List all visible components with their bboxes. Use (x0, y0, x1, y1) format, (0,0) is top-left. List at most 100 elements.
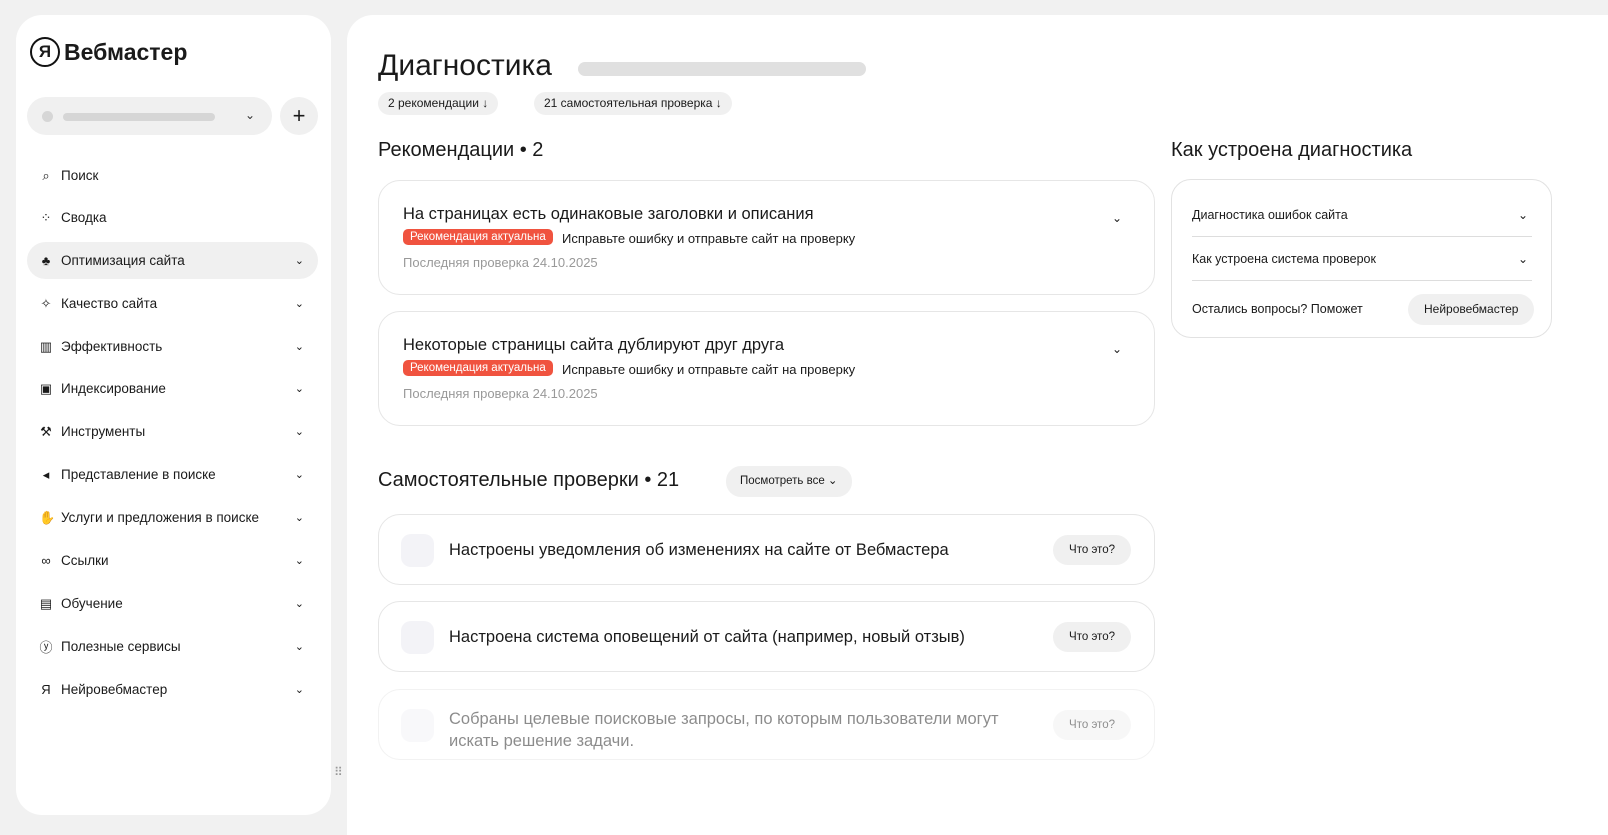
last-check-date: Последняя проверка 24.10.2025 (403, 255, 598, 270)
help-item-label: Диагностика ошибок сайта (1192, 208, 1348, 222)
recommendation-description: Исправьте ошибку и отправьте сайт на про… (562, 362, 856, 377)
sidebar-item-icon: ✧ (40, 295, 52, 311)
view-all-dropdown[interactable]: Посмотреть все ⌄ (726, 466, 852, 497)
jump-to-recommendations-chip[interactable]: 2 рекомендации ↓ (378, 92, 499, 115)
check-title: Собраны целевые поисковые запросы, по ко… (449, 710, 999, 750)
sidebar-item-icon: Я (41, 682, 51, 697)
sidebar-item-label: Ссылки (61, 553, 109, 568)
sidebar-item[interactable]: ⁘ Сводка (27, 199, 318, 236)
recommendation-title: Некоторые страницы сайта дублируют друг … (403, 336, 784, 354)
chevron-down-icon: ⌄ (294, 341, 304, 353)
sidebar-item-label: Оптимизация сайта (61, 253, 185, 268)
sidebar-item[interactable]: ▣ Индексирование ⌄ (27, 370, 318, 407)
sidebar-item[interactable]: ▥ Эффективность ⌄ (27, 328, 318, 365)
sidebar-item-icon: ▥ (39, 338, 53, 354)
chevron-down-icon: ⌄ (294, 255, 304, 267)
self-check-card[interactable]: Собраны целевые поисковые запросы, по ко… (378, 689, 1155, 760)
chevron-down-icon: ⌄ (294, 469, 304, 481)
sidebar-item-label: Сводка (61, 210, 107, 225)
chevron-down-icon: ⌄ (294, 598, 304, 610)
chevron-down-icon: ⌄ (294, 555, 304, 567)
chevron-down-icon: ⌄ (294, 426, 304, 438)
chevron-down-icon: ⌄ (294, 298, 304, 310)
chevron-down-icon: ⌄ (1517, 252, 1528, 266)
webmaster-logo[interactable]: Я Вебмастер (30, 37, 187, 67)
sidebar-item-label: Инструменты (61, 424, 146, 439)
sidebar-item[interactable]: ✧ Качество сайта ⌄ (27, 285, 318, 322)
recommendation-description: Исправьте ошибку и отправьте сайт на про… (562, 231, 856, 246)
recommendation-card[interactable]: Некоторые страницы сайта дублируют друг … (378, 311, 1155, 426)
chevron-down-icon: ⌄ (245, 108, 256, 122)
status-badge: Рекомендация актуальна (403, 229, 553, 245)
sidebar-item[interactable]: ◂ Представление в поиске ⌄ (27, 456, 318, 493)
neurowebmaster-button[interactable]: Нейровебмастер (1408, 294, 1535, 325)
sidebar-item[interactable]: ⚒ Инструменты ⌄ (27, 413, 318, 450)
chevron-down-icon: ⌄ (294, 383, 304, 395)
add-site-button[interactable]: + (280, 97, 318, 135)
sidebar-item[interactable]: ⓨ Полезные сервисы ⌄ (27, 628, 318, 665)
sidebar-item-label: Качество сайта (61, 296, 158, 311)
sidebar-item-icon: ⓨ (39, 640, 53, 655)
logo-text: Вебмастер (64, 38, 188, 65)
resize-handle-icon[interactable]: ⠿ (334, 765, 343, 779)
help-accordion-errors[interactable]: Диагностика ошибок сайта ⌄ (1192, 194, 1532, 237)
help-heading: Как устроена диагностика (1171, 139, 1413, 161)
sidebar-item-icon: ▤ (39, 595, 53, 611)
sidebar-item-label: Услуги и предложения в поиске (61, 510, 260, 525)
what-is-this-button[interactable]: Что это? (1053, 535, 1131, 565)
sidebar-item-icon: ⁘ (40, 209, 52, 225)
recommendation-card[interactable]: На страницах есть одинаковые заголовки и… (378, 180, 1155, 295)
chevron-down-icon: ⌄ (294, 512, 304, 524)
sidebar: Я Вебмастер ⌄ + ⌕ Поиск ⁘ Сводка ♣ Оптимизация… (16, 15, 343, 815)
sidebar-item[interactable]: Я Нейровебмастер ⌄ (27, 671, 318, 708)
check-title: Настроена система оповещений от сайта (н… (449, 628, 965, 646)
site-name-placeholder (63, 113, 215, 121)
self-check-card[interactable]: Настроена система оповещений от сайта (н… (378, 601, 1155, 672)
sidebar-item-icon: ⌕ (42, 167, 50, 183)
sidebar-item-label: Полезные сервисы (61, 639, 181, 654)
chevron-down-icon: ⌄ (294, 684, 304, 696)
what-is-this-button[interactable]: Что это? (1053, 710, 1131, 740)
sidebar-item-label: Обучение (61, 596, 123, 611)
help-panel: Диагностика ошибок сайта ⌄ Как устроена с… (1171, 179, 1552, 338)
view-all-label: Посмотреть все (740, 475, 825, 487)
sidebar-item[interactable]: ✋ Услуги и предложения в поиске ⌄ (27, 499, 318, 536)
recommendations-heading: Рекомендации • 2 (378, 139, 544, 161)
chevron-down-icon: ⌄ (294, 641, 304, 653)
sidebar-item-icon: ◂ (42, 466, 50, 482)
check-status-icon (401, 534, 434, 567)
help-accordion-system[interactable]: Как устроена система проверок ⌄ (1192, 238, 1532, 281)
site-favicon-placeholder (42, 111, 53, 122)
sidebar-item-icon: ⚒ (40, 423, 52, 439)
help-item-label: Как устроена система проверок (1192, 252, 1376, 266)
sidebar-item-label: Представление в поиске (61, 467, 216, 482)
site-selector[interactable]: ⌄ (27, 97, 272, 135)
yandex-logo-icon: Я (30, 37, 60, 67)
check-status-icon (401, 709, 434, 742)
sidebar-item-icon: ▣ (39, 380, 53, 396)
self-check-card[interactable]: Настроены уведомления об изменениях на с… (378, 514, 1155, 585)
sidebar-item[interactable]: ⌕ Поиск (27, 157, 318, 194)
status-badge: Рекомендация актуальна (403, 360, 553, 376)
sidebar-item-label: Поиск (61, 168, 99, 183)
what-is-this-button[interactable]: Что это? (1053, 622, 1131, 652)
chevron-down-icon: ⌄ (1517, 208, 1528, 222)
chevron-down-icon[interactable]: ⌄ (1112, 342, 1122, 356)
check-status-icon (401, 621, 434, 654)
checks-heading: Самостоятельные проверки • 21 (378, 469, 680, 491)
recommendation-title: На страницах есть одинаковые заголовки и… (403, 205, 814, 223)
last-check-date: Последняя проверка 24.10.2025 (403, 386, 598, 401)
sidebar-item-icon: ✋ (39, 509, 56, 525)
sidebar-item-label: Нейровебмастер (61, 682, 168, 697)
sidebar-item-icon: ♣ (41, 253, 51, 268)
sidebar-item[interactable]: ♣ Оптимизация сайта ⌄ (27, 242, 318, 279)
check-title: Настроены уведомления об изменениях на с… (449, 541, 949, 559)
sidebar-item[interactable]: ∞ Ссылки ⌄ (27, 542, 318, 579)
sidebar-item-label: Индексирование (61, 381, 166, 396)
chevron-down-icon[interactable]: ⌄ (1112, 211, 1122, 225)
site-name-placeholder (578, 62, 866, 76)
sidebar-item[interactable]: ▤ Обучение ⌄ (27, 585, 318, 622)
jump-to-checks-chip[interactable]: 21 самостоятельная проверка ↓ (534, 92, 732, 115)
chevron-down-icon: ⌄ (827, 475, 838, 487)
main-content: Диагностика 2 рекомендации ↓ 21 самостоя… (347, 15, 1608, 835)
